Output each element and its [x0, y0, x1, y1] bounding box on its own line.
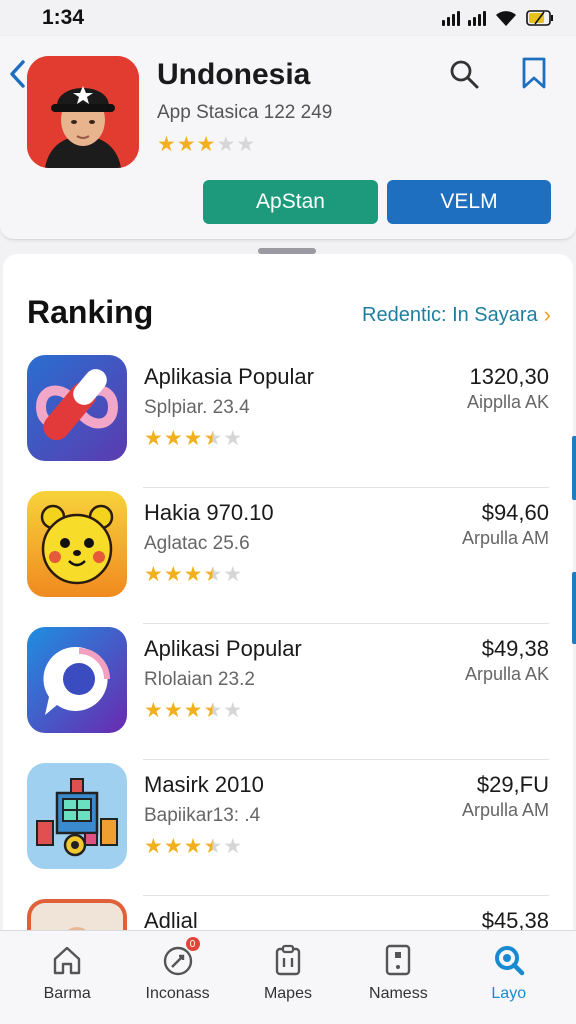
star-icon: ★ — [183, 699, 203, 722]
search-icon — [494, 946, 524, 976]
see-all-link[interactable]: Redentic: In Sayara › — [362, 302, 551, 328]
tab-apps[interactable]: Mapes — [238, 931, 338, 1024]
bear-app-icon — [27, 491, 127, 597]
tab-label: Layo — [491, 985, 527, 1002]
rating-stars: ★ ★ ★ ★ ★ — [144, 564, 242, 585]
clipboard-icon — [275, 944, 301, 976]
app-name: Aplikasi Popular — [144, 636, 302, 661]
app-name: Hakia 970.10 — [144, 500, 274, 525]
star-icon: ★ — [176, 133, 196, 156]
star-icon: ★ — [223, 835, 243, 858]
chat-bubble-app-icon — [27, 627, 127, 733]
star-icon: ★ — [223, 699, 243, 722]
app-price: $94,60 — [481, 500, 549, 525]
status-time: 1:34 — [42, 6, 85, 29]
secondary-action-button[interactable]: VELM — [387, 180, 551, 224]
half-star-icon: ★ — [203, 563, 223, 586]
ranking-sheet: Ranking Redentic: In Sayara › Aplikasia … — [3, 254, 573, 934]
see-all-label: Redentic: In Sayara — [362, 303, 538, 326]
star-icon: ★ — [144, 835, 163, 858]
half-star-icon: ★ — [203, 835, 223, 858]
half-star-icon: ★ — [203, 699, 223, 722]
app-subtitle: Aglatac 25.6 — [144, 533, 250, 554]
star-icon: ★ — [183, 427, 203, 450]
scroll-indicator — [572, 436, 576, 500]
tab-label: Mapes — [263, 985, 312, 1002]
star-icon: ★ — [183, 835, 203, 858]
portrait-app-icon — [27, 899, 127, 934]
ranking-list: Aplikasia Popular Splpiar. 23.4 ★ ★ ★ ★ … — [3, 352, 573, 934]
star-icon: ★ — [223, 563, 243, 586]
tab-home[interactable]: Barma — [17, 931, 117, 1024]
app-price: 1320,30 — [469, 364, 549, 389]
app-subtitle: Rlolaian 23.2 — [144, 669, 255, 690]
bookmark-icon[interactable] — [519, 56, 549, 90]
app-price: $49,38 — [481, 636, 549, 661]
device-icon — [386, 944, 411, 976]
star-icon: ★ — [163, 699, 183, 722]
search-icon[interactable] — [448, 58, 480, 90]
cellular-signal-icon — [468, 10, 486, 26]
rating-stars: ★ ★ ★ ★ ★ — [144, 428, 242, 449]
tab-label: Namess — [369, 985, 428, 1002]
app-subtitle: App Stasica 122 249 — [157, 102, 333, 123]
infinity-app-icon — [27, 355, 127, 461]
star-icon: ★ — [216, 133, 236, 156]
tab-bar: Barma 0 Inconass Mapes Namess Layo — [0, 930, 576, 1024]
back-chevron-icon[interactable] — [6, 56, 28, 92]
scroll-indicator — [572, 572, 576, 644]
rating-stars: ★ ★ ★ ★ ★ — [144, 836, 242, 857]
star-icon: ★ — [163, 563, 183, 586]
list-item[interactable]: Masirk 2010 Bapiikar13: .4 ★ ★ ★ ★ ★ $29… — [3, 760, 573, 896]
tab-search[interactable]: Layo — [459, 931, 559, 1024]
star-icon: ★ — [196, 133, 216, 156]
wifi-icon — [494, 9, 518, 27]
chevron-right-icon: › — [543, 302, 551, 327]
app-seller: Arpulla AK — [464, 664, 549, 684]
battery-icon — [526, 9, 554, 27]
star-icon: ★ — [163, 835, 183, 858]
star-icon: ★ — [183, 563, 203, 586]
primary-action-button[interactable]: ApStan — [203, 180, 378, 224]
app-subtitle: Bapiikar13: .4 — [144, 805, 261, 826]
rating-stars: ★ ★ ★ ★ ★ — [144, 700, 242, 721]
tab-label: Inconass — [145, 985, 210, 1002]
list-item[interactable]: Aplikasi Popular Rlolaian 23.2 ★ ★ ★ ★ ★… — [3, 624, 573, 760]
app-price: $29,FU — [476, 772, 549, 797]
list-item[interactable]: Adlial $45,38 — [3, 896, 573, 934]
app-subtitle: Splpiar. 23.4 — [144, 397, 250, 418]
city-robot-app-icon — [27, 763, 127, 869]
section-title: Ranking — [27, 294, 154, 330]
app-name: Masirk 2010 — [144, 772, 264, 797]
star-icon: ★ — [144, 563, 163, 586]
star-icon: ★ — [144, 699, 163, 722]
status-bar: 1:34 — [0, 0, 576, 36]
notification-badge: 0 — [185, 937, 200, 951]
app-seller: Arpulla AM — [461, 528, 549, 548]
star-icon: ★ — [236, 133, 256, 156]
list-item[interactable]: Aplikasia Popular Splpiar. 23.4 ★ ★ ★ ★ … — [3, 352, 573, 488]
status-icons — [442, 9, 554, 27]
half-star-icon: ★ — [203, 427, 223, 450]
app-seller: Arpulla AM — [461, 800, 549, 820]
app-header-card: Undonesia App Stasica 122 249 ★ ★ ★ ★ ★ … — [0, 36, 576, 240]
app-rating: ★ ★ ★ ★ ★ — [157, 134, 255, 155]
star-icon: ★ — [144, 427, 163, 450]
app-icon — [27, 56, 139, 168]
home-icon — [53, 946, 81, 975]
app-title: Undonesia — [157, 58, 311, 91]
star-icon: ★ — [157, 133, 176, 156]
app-seller: Aipplla AK — [466, 392, 549, 412]
cellular-signal-icon — [442, 10, 460, 26]
tab-games[interactable]: 0 Inconass — [128, 931, 228, 1024]
app-name: Aplikasia Popular — [144, 364, 314, 389]
list-item[interactable]: Hakia 970.10 Aglatac 25.6 ★ ★ ★ ★ ★ $94,… — [3, 488, 573, 624]
star-icon: ★ — [223, 427, 243, 450]
tab-label: Barma — [43, 985, 91, 1002]
tab-arcade[interactable]: Namess — [348, 931, 448, 1024]
star-icon: ★ — [163, 427, 183, 450]
